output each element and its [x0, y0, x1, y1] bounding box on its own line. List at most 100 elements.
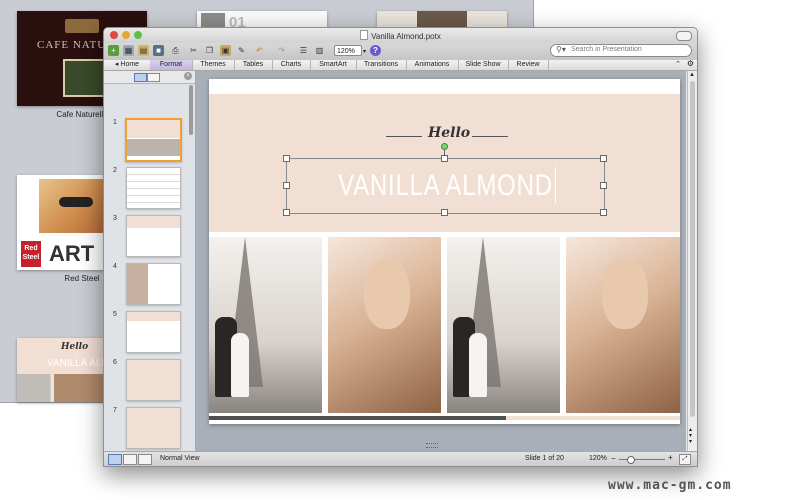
zoom-slider-knob[interactable]: [627, 456, 635, 464]
slide-number: 3: [113, 215, 117, 222]
help-icon[interactable]: ?: [370, 45, 381, 56]
tab-label: Format: [159, 61, 183, 68]
format-painter-icon[interactable]: ✎: [236, 45, 247, 56]
slide-thumbnail-5[interactable]: 5: [104, 309, 195, 357]
resize-handle[interactable]: [441, 209, 448, 216]
tab-label: Tables: [242, 61, 264, 68]
redo-icon[interactable]: ↷: [276, 45, 287, 56]
paste-icon[interactable]: ▣: [220, 45, 231, 56]
zoom-in-icon[interactable]: +: [668, 453, 673, 462]
photo-eiffel-couple[interactable]: [447, 237, 560, 413]
resize-handle[interactable]: [283, 155, 290, 162]
fit-window-button[interactable]: ⤢: [679, 454, 691, 465]
zoom-level: 120%: [589, 455, 607, 462]
vertical-scrollbar[interactable]: ▲ ▴ ▾ ▾: [687, 71, 697, 451]
view-label: Normal View: [160, 455, 200, 462]
slide-number: 7: [113, 407, 117, 414]
tab-label: Themes: [200, 61, 226, 68]
template-thumb-red-steel[interactable]: Red Steel ART: [17, 175, 105, 270]
slide-thumb: [126, 167, 181, 209]
resize-handle[interactable]: [283, 209, 290, 216]
status-bar: Normal View Slide 1 of 20 120% − + ⤢: [104, 451, 697, 466]
tab-tables[interactable]: Tables: [234, 60, 273, 70]
normal-view-button[interactable]: [108, 454, 122, 465]
face-shape: [602, 259, 648, 329]
slide-thumbnail-6[interactable]: 6: [104, 357, 195, 405]
ribbon-tabs: ◂ Home Format Themes Tables Charts Smart…: [104, 59, 697, 71]
thumb-script: Hello: [61, 342, 89, 352]
template-thumb-vanilla-almond[interactable]: Hello VANILLA ALMOND: [17, 338, 105, 402]
tab-animations[interactable]: Animations: [406, 60, 459, 70]
slide-thumbnail-3[interactable]: 3: [104, 213, 195, 261]
slide-thumbnail-4[interactable]: 4: [104, 261, 195, 309]
tab-charts[interactable]: Charts: [272, 60, 311, 70]
search-field[interactable]: ⚲▾ Search in Presentation: [550, 44, 692, 57]
slide-show-button[interactable]: [138, 454, 152, 465]
window-title-text: Vanilla Almond.potx: [371, 32, 441, 41]
toolbar-toggle-button[interactable]: [676, 31, 692, 41]
tab-transitions[interactable]: Transitions: [356, 60, 407, 70]
slides-view-button[interactable]: [134, 73, 147, 82]
ribbon-collapse-icon[interactable]: ⌃: [675, 60, 681, 68]
slide-number: 1: [113, 119, 117, 126]
undo-icon[interactable]: ↶: [254, 45, 265, 56]
zoom-select[interactable]: 120%: [334, 45, 362, 56]
title-bar: Vanilla Almond.potx: [104, 28, 697, 43]
tab-slide-show[interactable]: Slide Show: [458, 60, 509, 70]
text-cursor: [555, 167, 556, 203]
slides-panel-scrollbar[interactable]: [189, 85, 193, 135]
slide-number: 2: [113, 167, 117, 174]
resize-handle[interactable]: [600, 155, 607, 162]
slide-sorter-button[interactable]: [123, 454, 137, 465]
slide-script-title[interactable]: Hello: [428, 125, 470, 141]
close-panel-icon[interactable]: ×: [184, 72, 192, 80]
document-icon: [360, 30, 369, 40]
slide-thumb: [126, 407, 181, 449]
slide-main-title: VANILLA ALMOND: [338, 169, 553, 202]
scroll-thumb[interactable]: [690, 81, 695, 417]
slide-thumbnail-7[interactable]: 7: [104, 405, 195, 453]
tab-review[interactable]: Review: [508, 60, 549, 70]
tab-label: Review: [516, 61, 540, 68]
tab-format[interactable]: Format: [150, 60, 193, 70]
new-icon[interactable]: +: [108, 45, 119, 56]
cut-icon[interactable]: ✂: [188, 45, 199, 56]
splitter-handle[interactable]: [426, 443, 438, 448]
resize-handle[interactable]: [441, 155, 448, 162]
media-browser-icon[interactable]: ▥: [314, 45, 325, 56]
scroll-up-icon[interactable]: ▲: [689, 72, 695, 78]
sidebar-icon[interactable]: ☰: [298, 45, 309, 56]
watermark: www.mac-gm.com: [608, 478, 732, 493]
slide-counter: Slide 1 of 20: [525, 455, 564, 462]
tab-themes[interactable]: Themes: [192, 60, 235, 70]
slides-panel: × 1 2 3 4 5 6 7 8: [104, 71, 196, 466]
photo-portrait[interactable]: [328, 237, 441, 413]
resize-handle[interactable]: [600, 182, 607, 189]
templates-icon[interactable]: ▦: [123, 45, 134, 56]
tab-home[interactable]: ◂ Home: [104, 60, 151, 70]
photo-portrait[interactable]: [566, 237, 680, 413]
slide-thumbnail-1[interactable]: 1: [104, 117, 195, 165]
open-icon[interactable]: ▤: [138, 45, 149, 56]
rotate-handle[interactable]: [441, 143, 448, 150]
thumb-sunglasses: [59, 197, 93, 207]
resize-handle[interactable]: [600, 209, 607, 216]
save-icon[interactable]: ■: [153, 45, 164, 56]
print-icon[interactable]: ⎙: [170, 45, 181, 56]
slide-number: 6: [113, 359, 117, 366]
chevron-down-icon[interactable]: ▾: [363, 48, 366, 55]
photo-eiffel-couple[interactable]: [209, 237, 322, 413]
slide-thumbnail-2[interactable]: 2: [104, 165, 195, 213]
slide-nav-icon[interactable]: ▴ ▾ ▾: [689, 427, 692, 445]
outline-view-button[interactable]: [147, 73, 160, 82]
slide-thumb: [126, 215, 181, 257]
tab-smartart[interactable]: SmartArt: [310, 60, 357, 70]
bottom-bar-dark: [209, 416, 506, 420]
slide-thumb: [126, 359, 181, 401]
zoom-out-icon[interactable]: −: [611, 454, 616, 463]
title-placeholder[interactable]: VANILLA ALMOND: [286, 158, 605, 214]
zoom-slider[interactable]: [619, 456, 665, 464]
resize-handle[interactable]: [283, 182, 290, 189]
copy-icon[interactable]: ❐: [204, 45, 215, 56]
gear-icon[interactable]: ⚙: [687, 59, 694, 68]
